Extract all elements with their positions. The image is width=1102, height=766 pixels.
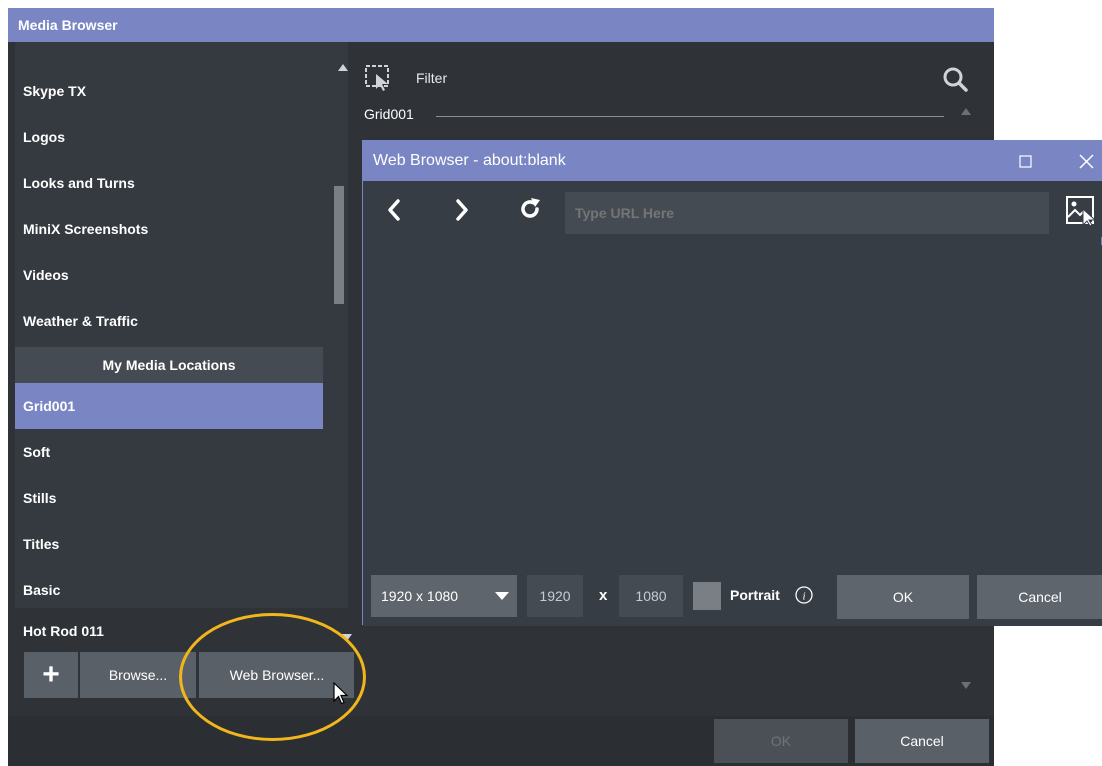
list-item-logos[interactable]: Logos bbox=[15, 114, 323, 160]
ok-button-label: OK bbox=[770, 733, 792, 749]
scroll-up-arrow-icon[interactable] bbox=[961, 108, 971, 115]
list-item-label: Skype TX bbox=[23, 83, 87, 99]
cancel-button[interactable]: Cancel bbox=[855, 719, 989, 763]
svg-text:i: i bbox=[802, 591, 805, 603]
select-cursor-icon[interactable] bbox=[364, 64, 394, 92]
cancel-button-label: Cancel bbox=[900, 733, 944, 749]
back-arrow-icon[interactable] bbox=[387, 199, 401, 221]
forward-arrow-icon[interactable] bbox=[455, 199, 469, 221]
list-item-label: Stills bbox=[23, 490, 57, 506]
web-browser-options-bar: 1920 x 1080 1920 x 1080 Portrait i OK Ca… bbox=[363, 567, 1102, 626]
resolution-dropdown[interactable]: 1920 x 1080 bbox=[371, 575, 517, 617]
list-item-label: Titles bbox=[23, 536, 60, 552]
list-item-label: MiniX Screenshots bbox=[23, 221, 149, 237]
web-browser-dialog: Web Browser - about:blank 192 bbox=[362, 140, 1102, 626]
height-value: 1080 bbox=[635, 588, 667, 604]
resolution-dropdown-value: 1920 x 1080 bbox=[381, 588, 459, 604]
search-icon[interactable] bbox=[942, 66, 968, 92]
list-item-label: Grid001 bbox=[23, 398, 76, 414]
capture-image-icon[interactable] bbox=[1065, 195, 1097, 227]
dialog-cancel-button[interactable]: Cancel bbox=[977, 575, 1102, 619]
list-item-label: Videos bbox=[23, 267, 69, 283]
width-field[interactable]: 1920 bbox=[527, 575, 583, 617]
list-item-label: Hot Rod 011 bbox=[23, 623, 104, 639]
maximize-icon[interactable] bbox=[1019, 155, 1032, 168]
list-item-weather-traffic[interactable]: Weather & Traffic bbox=[15, 298, 323, 344]
list-item-minix-screenshots[interactable]: MiniX Screenshots bbox=[15, 206, 323, 252]
left-scrollbar-thumb[interactable] bbox=[334, 186, 344, 304]
ok-button[interactable]: OK bbox=[714, 719, 848, 763]
location-item-basic[interactable]: Basic bbox=[15, 567, 323, 613]
dimension-separator: x bbox=[599, 587, 608, 604]
dialog-title: Web Browser - about:blank bbox=[373, 152, 566, 169]
web-page-viewport[interactable] bbox=[363, 245, 1102, 567]
media-browser-titlebar: Media Browser bbox=[8, 8, 994, 42]
location-list-panel: Skype TX Logos Looks and Turns MiniX Scr… bbox=[15, 42, 348, 639]
list-item-looks-and-turns[interactable]: Looks and Turns bbox=[15, 160, 323, 206]
web-browser-titlebar: Web Browser - about:blank bbox=[363, 141, 1102, 181]
location-item-titles[interactable]: Titles bbox=[15, 521, 323, 567]
cancel-button-label: Cancel bbox=[1018, 589, 1062, 605]
url-input[interactable] bbox=[565, 192, 1049, 234]
web-browser-toolbar bbox=[363, 181, 1102, 237]
dialog-footer: OK Cancel bbox=[8, 716, 994, 766]
chevron-down-icon bbox=[495, 592, 509, 600]
list-item-label: Weather & Traffic bbox=[23, 313, 138, 329]
height-field[interactable]: 1080 bbox=[619, 575, 683, 617]
highlight-annotation bbox=[179, 613, 366, 741]
list-item-label: Looks and Turns bbox=[23, 175, 135, 191]
list-item-label: Soft bbox=[23, 444, 51, 460]
location-item-grid001[interactable]: Grid001 bbox=[15, 383, 323, 429]
info-icon[interactable]: i bbox=[795, 586, 813, 604]
close-icon[interactable] bbox=[1079, 154, 1094, 169]
list-item-label: Basic bbox=[23, 582, 61, 598]
filter-label[interactable]: Filter bbox=[416, 70, 447, 86]
add-location-button[interactable]: + bbox=[24, 652, 78, 698]
group-divider bbox=[436, 116, 944, 117]
refresh-icon[interactable] bbox=[518, 197, 542, 221]
list-item-videos[interactable]: Videos bbox=[15, 252, 323, 298]
filter-bar: Filter bbox=[354, 58, 980, 98]
list-item-skype-tx[interactable]: Skype TX bbox=[15, 68, 323, 114]
ok-button-label: OK bbox=[892, 589, 914, 605]
portrait-checkbox[interactable] bbox=[693, 582, 721, 610]
plus-icon: + bbox=[42, 658, 60, 691]
group-header-row: Grid001 bbox=[354, 100, 980, 128]
location-item-stills[interactable]: Stills bbox=[15, 475, 323, 521]
browse-button-label: Browse... bbox=[108, 667, 168, 683]
list-item-label: Logos bbox=[23, 129, 65, 145]
scroll-down-arrow-icon[interactable] bbox=[961, 682, 971, 689]
window-title: Media Browser bbox=[18, 17, 118, 33]
group-label: Grid001 bbox=[364, 106, 414, 122]
width-value: 1920 bbox=[539, 588, 571, 604]
dialog-ok-button[interactable]: OK bbox=[837, 575, 969, 619]
scroll-up-arrow-icon[interactable] bbox=[338, 64, 348, 71]
portrait-label: Portrait bbox=[730, 587, 780, 603]
section-header-my-media-locations: My Media Locations bbox=[15, 347, 323, 383]
location-item-soft[interactable]: Soft bbox=[15, 429, 323, 475]
